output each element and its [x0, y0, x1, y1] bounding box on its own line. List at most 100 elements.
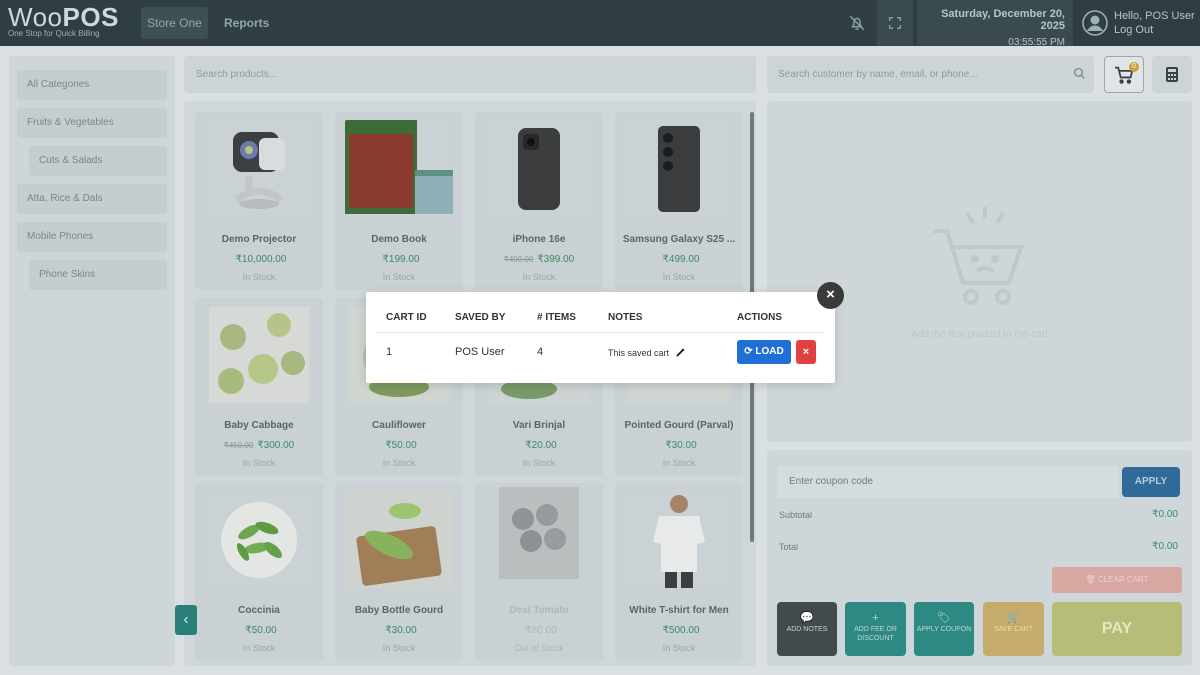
- product-card[interactable]: Baby Cabbage ₹450.00 ₹300.00 In Stock: [195, 298, 323, 476]
- subtotal-label: Subtotal: [779, 510, 813, 520]
- product-name: Baby Bottle Gourd: [354, 605, 444, 616]
- notes-text: This saved cart: [608, 347, 670, 358]
- product-price: ₹499.00: [662, 254, 700, 265]
- load-label: LOAD: [755, 346, 784, 357]
- mute-sound-button[interactable]: [840, 0, 874, 46]
- logout-link[interactable]: Log Out: [1114, 23, 1195, 37]
- category-atta-rice-dals[interactable]: Atta, Rice & Dals: [17, 184, 167, 214]
- cart-panel: Add the first product to the cart: [767, 101, 1192, 442]
- modal-close-button[interactable]: ×: [817, 282, 844, 309]
- logo-text-bold: POS: [62, 2, 119, 32]
- category-mobile-phones[interactable]: Mobile Phones: [17, 222, 167, 252]
- store-selector-button[interactable]: Store One: [141, 7, 208, 39]
- add-fee-label: ADD FEE OR DISCOUNT: [854, 626, 897, 642]
- cart-id-cell: 1: [386, 346, 393, 358]
- expand-icon: [889, 17, 901, 29]
- cart-button[interactable]: 0: [1104, 56, 1144, 93]
- product-name: Coccinia: [238, 605, 280, 616]
- product-stock: In Stock: [382, 643, 416, 653]
- column-header-items: # ITEMS: [537, 312, 576, 323]
- product-image: [625, 491, 733, 589]
- product-card[interactable]: Desi Tomato ₹80.00 Out of Stock: [475, 483, 603, 661]
- product-image: [205, 306, 313, 404]
- product-price: ₹80.00: [525, 625, 557, 636]
- product-card[interactable]: Demo Book ₹199.00 In Stock: [335, 112, 463, 290]
- order-summary: Enter coupon code APPLY Subtotal ₹0.00 T…: [767, 450, 1192, 666]
- empty-cart-illustration: [933, 207, 1024, 305]
- product-card[interactable]: Samsung Galaxy S25 ... ₹499.00 In Stock: [615, 112, 743, 290]
- product-name: Desi Tomato: [509, 605, 569, 616]
- cart-icon: 🛒: [1006, 612, 1021, 624]
- apply-coupon-button[interactable]: APPLY: [1122, 467, 1180, 497]
- product-image: [345, 491, 453, 589]
- product-stock: In Stock: [522, 458, 556, 468]
- delete-cart-button[interactable]: ×: [796, 340, 816, 364]
- product-stock: In Stock: [382, 272, 416, 282]
- clear-cart-button[interactable]: 🗑 CLEAR CART: [1052, 567, 1182, 593]
- category-all[interactable]: All Categories: [17, 70, 167, 100]
- product-image: [625, 120, 733, 218]
- save-cart-label: SAVE CART: [993, 626, 1034, 633]
- apply-coupon-action-button[interactable]: 🏷 APPLY COUPON: [914, 602, 974, 656]
- saved-by-cell: POS User: [455, 346, 505, 358]
- product-name: Pointed Gourd (Parval): [624, 420, 734, 431]
- app-logo: WooPOS One Stop for Quick Billing: [8, 3, 119, 38]
- user-avatar-icon: [1082, 10, 1108, 36]
- comment-icon: 💬: [800, 612, 814, 624]
- customer-search-input[interactable]: Search customer by name, email, or phone…: [767, 56, 1094, 93]
- user-menu[interactable]: Hello, POS User Log Out: [1082, 0, 1195, 46]
- refresh-icon: ⟳: [744, 346, 753, 357]
- save-cart-button[interactable]: 🛒 SAVE CART: [983, 602, 1044, 656]
- product-price: ₹20.00: [525, 440, 557, 451]
- category-phone-skins[interactable]: Phone Skins: [29, 260, 167, 290]
- product-card[interactable]: Baby Bottle Gourd ₹30.00 In Stock: [335, 483, 463, 661]
- reports-link[interactable]: Reports: [224, 7, 269, 39]
- apply-coupon-label: APPLY COUPON: [916, 626, 972, 633]
- close-icon: ×: [802, 346, 810, 358]
- product-card[interactable]: White T-shirt for Men ₹500.00 In Stock: [615, 483, 743, 661]
- pay-button[interactable]: PAY: [1052, 602, 1182, 656]
- add-fee-discount-button[interactable]: + ADD FEE OR DISCOUNT: [845, 602, 906, 656]
- product-price: ₹199.00: [382, 254, 420, 265]
- product-name: iPhone 16e: [512, 234, 566, 245]
- date-time-display: Saturday, December 20, 2025 03:55:55 PM: [917, 0, 1073, 48]
- product-price: ₹50.00: [245, 625, 277, 636]
- product-price: ₹400.00 ₹399.00: [503, 254, 575, 265]
- column-header-notes: NOTES: [608, 312, 643, 323]
- column-header-cart-id: CART ID: [386, 312, 427, 323]
- trash-icon: 🗑: [1085, 575, 1096, 584]
- product-stock: Out of Stock: [514, 643, 564, 653]
- product-stock: In Stock: [242, 272, 276, 282]
- calculator-icon: [1166, 67, 1178, 82]
- collapse-sidebar-button[interactable]: ‹: [175, 605, 197, 635]
- items-count-cell: 4: [537, 346, 544, 358]
- calculator-button[interactable]: [1152, 56, 1192, 93]
- product-stock: In Stock: [242, 643, 276, 653]
- product-grid: Demo Projector ₹10,000.00 In Stock Demo …: [184, 101, 756, 666]
- total-value: ₹0.00: [1152, 541, 1178, 552]
- product-image: [205, 120, 313, 218]
- product-card[interactable]: Demo Projector ₹10,000.00 In Stock: [195, 112, 323, 290]
- pencil-icon[interactable]: [675, 347, 686, 358]
- category-fruits-vegetables[interactable]: Fruits & Vegetables: [17, 108, 167, 138]
- product-name: Demo Projector: [221, 234, 297, 245]
- product-stock: In Stock: [662, 643, 696, 653]
- category-cuts-salads[interactable]: Cuts & Salads: [29, 146, 167, 176]
- plus-icon: +: [872, 612, 879, 624]
- product-image: [205, 491, 313, 589]
- column-header-saved-by: SAVED BY: [455, 312, 506, 323]
- add-notes-button[interactable]: 💬 ADD NOTES: [777, 602, 837, 656]
- table-divider: [376, 332, 824, 333]
- product-card[interactable]: Coccinia ₹50.00 In Stock: [195, 483, 323, 661]
- product-price: ₹30.00: [385, 625, 417, 636]
- load-cart-button[interactable]: ⟳ LOAD: [737, 340, 791, 364]
- fullscreen-button[interactable]: [877, 0, 913, 46]
- product-price: ₹30.00: [665, 440, 697, 451]
- user-greeting: Hello, POS User: [1114, 10, 1195, 22]
- product-name: Vari Brinjal: [512, 420, 566, 431]
- product-search-input[interactable]: Search products...: [184, 56, 756, 93]
- product-stock: In Stock: [662, 458, 696, 468]
- product-card[interactable]: iPhone 16e ₹400.00 ₹399.00 In Stock: [475, 112, 603, 290]
- product-name: Baby Cabbage: [224, 420, 294, 431]
- coupon-code-input[interactable]: Enter coupon code: [777, 466, 1119, 498]
